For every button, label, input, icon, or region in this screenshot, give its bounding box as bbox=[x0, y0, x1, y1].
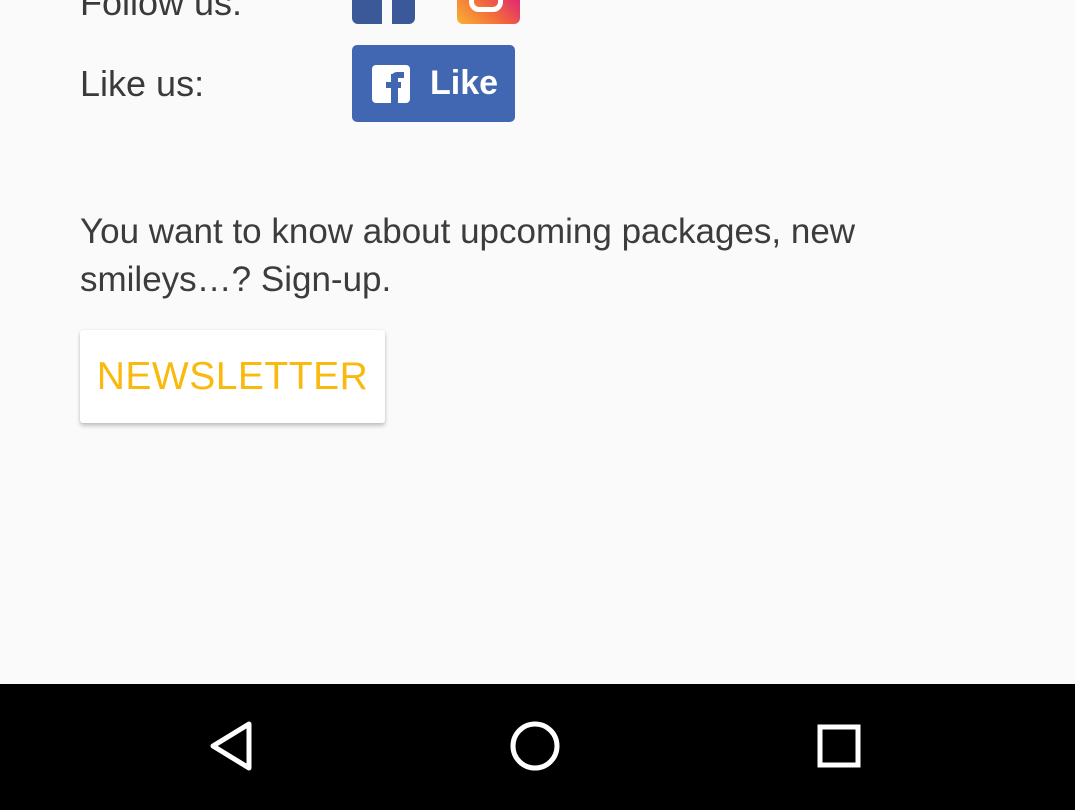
home-button[interactable] bbox=[493, 704, 577, 788]
facebook-like-button[interactable]: Like bbox=[352, 45, 515, 122]
home-icon bbox=[510, 721, 560, 771]
back-button[interactable] bbox=[190, 704, 274, 788]
facebook-icon bbox=[372, 64, 410, 103]
android-navigation-bar bbox=[0, 684, 1075, 810]
facebook-icon[interactable] bbox=[352, 0, 415, 24]
newsletter-button[interactable]: NEWSLETTER bbox=[80, 330, 385, 423]
follow-us-label: Follow us: bbox=[80, 0, 243, 23]
screen: Follow us: Like us: Like You want to kno… bbox=[0, 0, 1075, 810]
like-us-label: Like us: bbox=[80, 63, 205, 104]
signup-description: You want to know about upcoming packages… bbox=[80, 212, 856, 299]
recents-button[interactable] bbox=[797, 704, 881, 788]
instagram-icon[interactable] bbox=[457, 0, 520, 24]
newsletter-button-label: NEWSLETTER bbox=[96, 354, 369, 398]
like-button-label: Like bbox=[430, 64, 499, 102]
recents-icon bbox=[817, 724, 861, 768]
back-icon bbox=[210, 721, 252, 771]
content-area: Follow us: Like us: Like You want to kno… bbox=[0, 0, 1075, 684]
